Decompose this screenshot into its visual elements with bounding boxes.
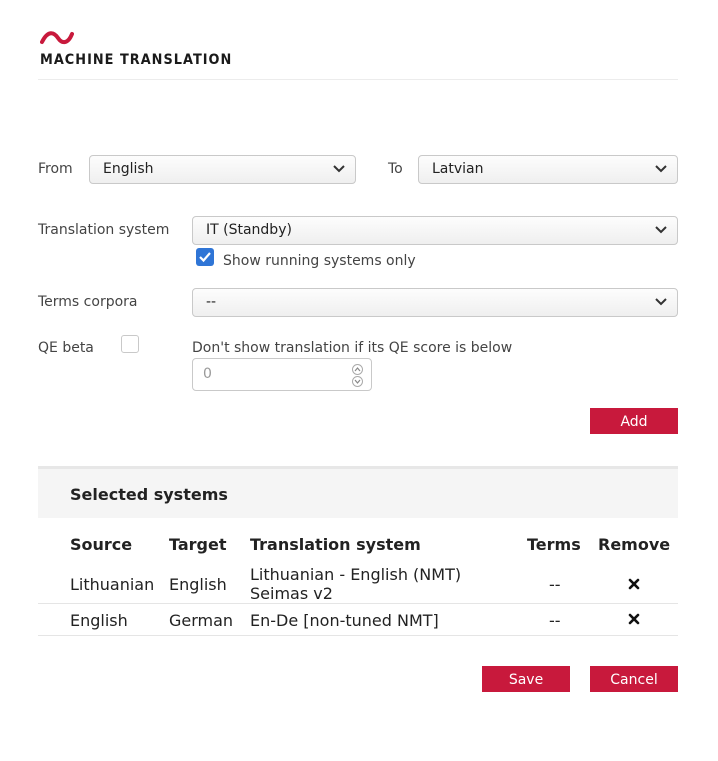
qe-threshold-value: 0 [203, 366, 212, 382]
row-source: Lithuanian [70, 575, 155, 594]
selected-systems-panel: Selected systems Source Target Translati… [38, 466, 678, 636]
cancel-button[interactable]: Cancel [590, 666, 678, 692]
row-system-line1: En-De [non-tuned NMT] [250, 611, 439, 630]
qe-threshold-label: Don't show translation if its QE score i… [192, 340, 513, 356]
save-button[interactable]: Save [482, 666, 570, 692]
checkmark-icon [199, 252, 211, 263]
row-divider [38, 603, 678, 604]
x-icon[interactable] [628, 613, 640, 625]
spin-up-icon[interactable] [352, 364, 363, 375]
chevron-down-icon [655, 165, 667, 173]
row-terms: -- [549, 575, 561, 594]
to-select[interactable]: Latvian [418, 155, 678, 184]
translation-system-select[interactable]: IT (Standby) [192, 216, 678, 245]
terms-corpora-value: -- [206, 294, 217, 310]
qe-threshold-input[interactable]: 0 [192, 358, 372, 391]
row-divider [38, 635, 678, 636]
x-icon[interactable] [628, 578, 640, 590]
chevron-down-icon [655, 226, 667, 234]
from-select[interactable]: English [89, 155, 356, 184]
column-remove: Remove [598, 535, 671, 554]
qe-beta-label: QE beta [38, 340, 94, 356]
running-only-label: Show running systems only [223, 253, 416, 269]
column-terms: Terms [527, 535, 581, 554]
row-system-line2: Seimas v2 [250, 584, 333, 603]
from-label: From [38, 161, 73, 177]
column-translation-system: Translation system [250, 535, 421, 554]
qe-beta-checkbox[interactable] [121, 335, 139, 353]
terms-corpora-label: Terms corpora [38, 294, 138, 310]
running-only-checkbox[interactable] [196, 248, 214, 266]
row-terms: -- [549, 611, 561, 630]
chevron-down-icon [333, 165, 345, 173]
panel-header: Selected systems [38, 469, 678, 518]
add-button[interactable]: Add [590, 408, 678, 434]
selected-systems-title: Selected systems [70, 485, 228, 504]
to-label: To [388, 161, 403, 177]
row-system-line1: Lithuanian - English (NMT) [250, 565, 462, 584]
row-source: English [70, 611, 128, 630]
row-target: German [169, 611, 234, 630]
logo-text: MACHINE TRANSLATION [40, 52, 233, 68]
spin-down-icon[interactable] [352, 376, 363, 387]
column-source: Source [70, 535, 133, 554]
translation-system-value: IT (Standby) [206, 222, 292, 238]
translation-system-label: Translation system [38, 222, 170, 238]
logo-wave-icon [40, 31, 74, 45]
row-target: English [169, 575, 227, 594]
column-target: Target [169, 535, 227, 554]
chevron-down-icon [655, 298, 667, 306]
terms-corpora-select[interactable]: -- [192, 288, 678, 317]
header-divider [38, 79, 678, 80]
to-select-value: Latvian [432, 161, 484, 177]
from-select-value: English [103, 161, 154, 177]
